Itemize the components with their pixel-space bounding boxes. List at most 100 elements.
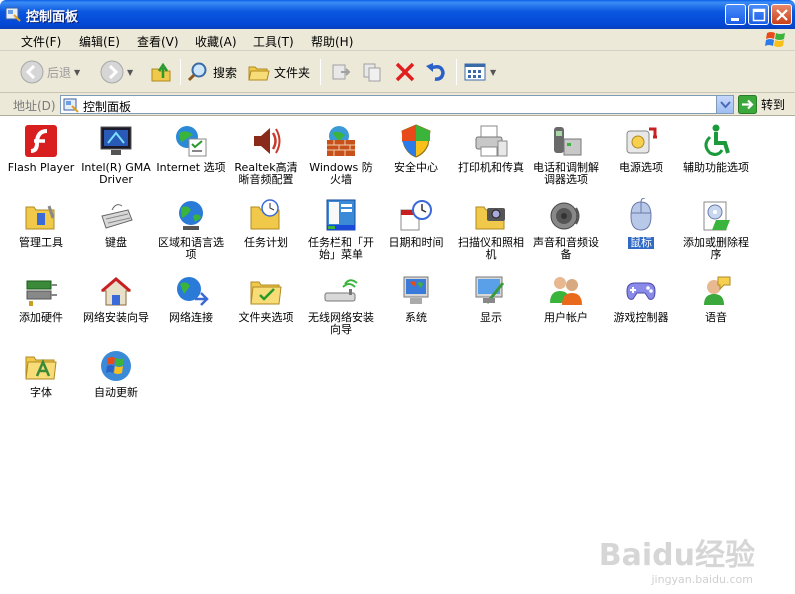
control-panel-icon bbox=[63, 98, 79, 113]
back-dropdown-icon[interactable]: ▼ bbox=[74, 68, 80, 77]
control-panel-item[interactable]: 网络连接 bbox=[154, 273, 228, 324]
forward-arrow-icon bbox=[100, 60, 124, 84]
control-panel-item-label: Internet 选项 bbox=[156, 161, 226, 174]
control-panel-item[interactable]: 扫描仪和照相机 bbox=[454, 198, 528, 261]
control-panel-item[interactable]: 用户帐户 bbox=[529, 273, 603, 324]
minimize-button[interactable] bbox=[725, 4, 746, 25]
control-panel-item[interactable]: 添加或删除程序 bbox=[679, 198, 753, 261]
close-button[interactable] bbox=[771, 4, 792, 25]
address-label: 地址(D) bbox=[13, 99, 56, 113]
delete-icon bbox=[395, 62, 415, 82]
menu-edit[interactable]: 编辑(E) bbox=[79, 33, 120, 50]
copy-to-button[interactable] bbox=[361, 57, 385, 87]
address-dropdown-button[interactable] bbox=[716, 96, 733, 113]
control-panel-item[interactable]: 任务栏和「开始」菜单 bbox=[304, 198, 378, 261]
control-panel-item-label: 安全中心 bbox=[394, 161, 438, 174]
views-button[interactable]: ▼ bbox=[463, 57, 496, 87]
window-title: 控制面板 bbox=[26, 10, 79, 25]
add-hardware-icon bbox=[26, 280, 57, 306]
move-to-button[interactable] bbox=[329, 57, 353, 87]
control-panel-item[interactable]: 键盘 bbox=[79, 198, 153, 249]
control-panel-item-label: 添加硬件 bbox=[19, 311, 63, 324]
control-panel-item-label: Realtek高清晰音频配置 bbox=[234, 161, 298, 186]
menu-tools[interactable]: 工具(T) bbox=[253, 33, 294, 50]
address-bar: 地址(D) 控制面板 转到 bbox=[0, 93, 795, 116]
control-panel-item[interactable]: 管理工具 bbox=[4, 198, 78, 249]
control-panel-item[interactable]: 游戏控制器 bbox=[604, 273, 678, 324]
control-panel-content: Flash Player Intel(R) GMA Driver Internet … bbox=[0, 117, 795, 594]
taskbar-icon bbox=[326, 199, 356, 231]
forward-button[interactable]: ▼ bbox=[100, 57, 133, 87]
maximize-button[interactable] bbox=[748, 4, 769, 25]
control-panel-item[interactable]: 添加硬件 bbox=[4, 273, 78, 324]
control-panel-item[interactable]: 网络安装向导 bbox=[79, 273, 153, 324]
firewall-icon bbox=[327, 126, 355, 156]
wireless-icon bbox=[324, 279, 358, 302]
control-panel-item[interactable]: 显示 bbox=[454, 273, 528, 324]
control-panel-item[interactable]: Flash Player bbox=[4, 123, 78, 174]
chevron-down-icon bbox=[720, 101, 731, 109]
control-panel-item[interactable]: 区域和语言选项 bbox=[154, 198, 228, 261]
search-icon bbox=[187, 62, 207, 82]
control-panel-item[interactable]: 鼠标 bbox=[604, 198, 678, 249]
printer-icon bbox=[475, 125, 508, 157]
control-panel-item[interactable]: 安全中心 bbox=[379, 123, 453, 174]
title-bar[interactable]: 控制面板 bbox=[0, 0, 795, 29]
control-panel-item[interactable]: 电源选项 bbox=[604, 123, 678, 174]
control-panel-item[interactable]: 声音和音频设备 bbox=[529, 198, 603, 261]
delete-button[interactable] bbox=[393, 57, 417, 87]
control-panel-item[interactable]: 打印机和传真 bbox=[454, 123, 528, 174]
menu-favorites[interactable]: 收藏(A) bbox=[195, 33, 237, 50]
control-panel-item-label: 字体 bbox=[30, 386, 52, 399]
control-panel-item[interactable]: 无线网络安装向导 bbox=[304, 273, 378, 336]
sound-icon bbox=[550, 202, 580, 230]
folders-icon bbox=[248, 66, 270, 81]
control-panel-icon bbox=[5, 7, 21, 22]
address-input[interactable]: 控制面板 bbox=[60, 95, 734, 114]
globe-icon bbox=[179, 201, 203, 230]
control-panel-item[interactable]: Realtek高清晰音频配置 bbox=[229, 123, 303, 186]
system-icon bbox=[403, 276, 429, 304]
menu-file[interactable]: 文件(F) bbox=[21, 33, 61, 50]
close-icon bbox=[776, 9, 788, 21]
forward-dropdown-icon[interactable]: ▼ bbox=[127, 68, 133, 77]
up-folder-button[interactable] bbox=[149, 57, 173, 87]
views-dropdown-icon[interactable]: ▼ bbox=[490, 68, 496, 77]
back-arrow-icon bbox=[20, 60, 44, 84]
menu-view[interactable]: 查看(V) bbox=[137, 33, 179, 50]
control-panel-item[interactable]: 自动更新 bbox=[79, 348, 153, 399]
folders-button[interactable]: 文件夹 bbox=[247, 57, 310, 87]
control-panel-item-label: 任务计划 bbox=[244, 236, 288, 249]
control-panel-item-label: 文件夹选项 bbox=[238, 311, 294, 324]
toolbar: 后退 ▼ ▼ 搜索 文件夹 ▼ bbox=[0, 51, 795, 93]
control-panel-item[interactable]: Internet 选项 bbox=[154, 123, 228, 174]
control-panel-item[interactable]: 电话和调制解调器选项 bbox=[529, 123, 603, 186]
control-panel-item[interactable]: 文件夹选项 bbox=[229, 273, 303, 324]
maximize-icon bbox=[752, 8, 766, 22]
control-panel-item-label: 语音 bbox=[705, 311, 727, 324]
address-value: 控制面板 bbox=[83, 100, 132, 114]
control-panel-item[interactable]: Windows 防火墙 bbox=[304, 123, 378, 186]
internet-options-icon bbox=[176, 126, 207, 157]
copy-to-icon bbox=[363, 63, 381, 82]
control-panel-item-label: 辅助功能选项 bbox=[683, 161, 749, 174]
control-panel-item[interactable]: 系统 bbox=[379, 273, 453, 324]
control-panel-item[interactable]: 日期和时间 bbox=[379, 198, 453, 249]
phone-icon bbox=[554, 127, 582, 156]
display-icon bbox=[475, 276, 505, 304]
game-controller-icon bbox=[626, 282, 656, 300]
back-button[interactable]: 后退 ▼ bbox=[20, 57, 80, 87]
go-button[interactable]: 转到 bbox=[738, 95, 785, 114]
search-button[interactable]: 搜索 bbox=[186, 57, 237, 87]
undo-button[interactable] bbox=[424, 57, 448, 87]
control-panel-item[interactable]: Intel(R) GMA Driver bbox=[79, 123, 153, 186]
control-panel-item-label: 用户帐户 bbox=[544, 311, 588, 324]
control-panel-item[interactable]: 任务计划 bbox=[229, 198, 303, 249]
move-to-icon bbox=[332, 64, 351, 80]
menu-help[interactable]: 帮助(H) bbox=[311, 33, 353, 50]
control-panel-item[interactable]: 语音 bbox=[679, 273, 753, 324]
control-panel-item[interactable]: 辅助功能选项 bbox=[679, 123, 753, 174]
network-setup-icon bbox=[100, 277, 132, 306]
watermark: Baidu经验 bbox=[598, 538, 755, 573]
control-panel-item[interactable]: 字体 bbox=[4, 348, 78, 399]
